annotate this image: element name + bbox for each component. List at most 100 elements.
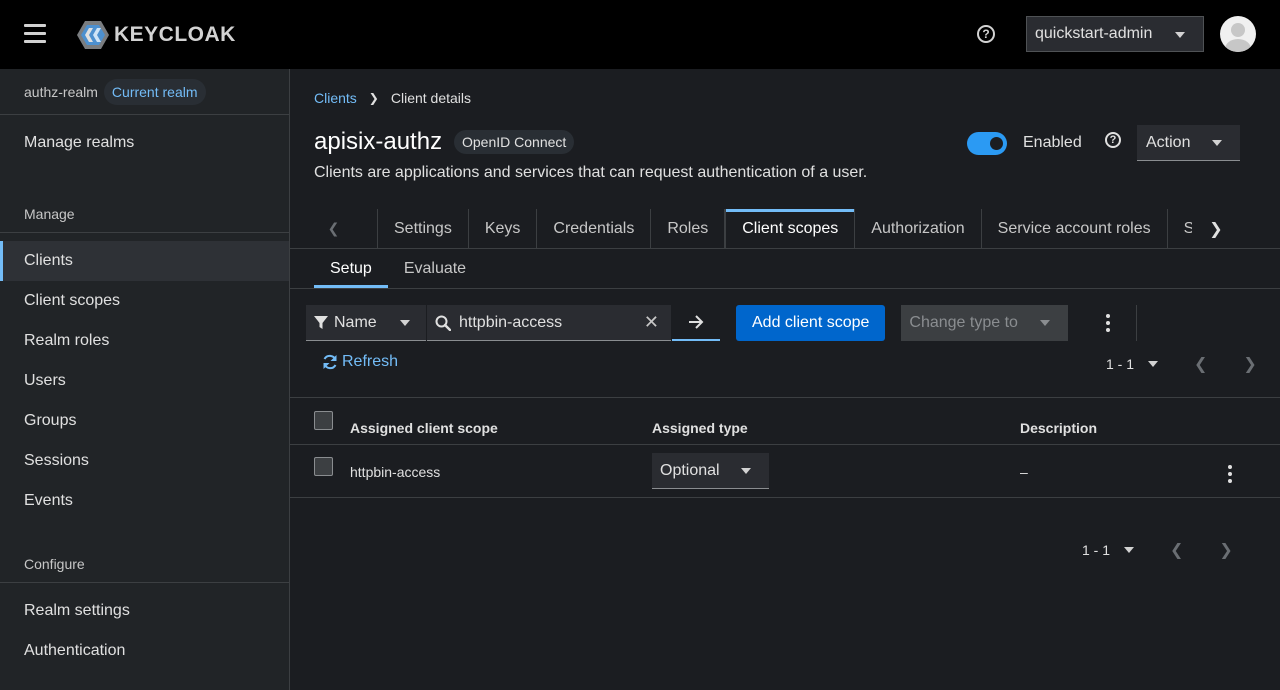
breadcrumb: Clients ❯ Client details (314, 90, 471, 106)
sidebar-item-authentication[interactable]: Authentication (0, 631, 289, 671)
sidebar-item-label: Events (24, 492, 73, 509)
refresh-icon (323, 354, 337, 370)
select-all-checkbox[interactable] (314, 411, 333, 430)
add-client-scope-button[interactable]: Add client scope (736, 305, 886, 341)
tab-roles[interactable]: Roles (651, 209, 726, 248)
assigned-type-value: Optional (660, 461, 720, 479)
table-row: httpbin-access Optional – (290, 445, 1280, 498)
sidebar-item-realm-roles[interactable]: Realm roles (0, 321, 289, 361)
caret-down-icon[interactable] (1148, 361, 1159, 367)
help-icon[interactable]: ? (977, 25, 995, 43)
column-assigned-type[interactable]: Assigned type (652, 420, 748, 436)
row-checkbox[interactable] (314, 457, 333, 476)
sidebar-item-label: Groups (24, 412, 77, 429)
sidebar-item-manage-realms[interactable]: Manage realms (0, 115, 289, 171)
page-description: Clients are applications and services th… (314, 164, 868, 181)
previous-page-icon[interactable]: ❮ (1194, 354, 1207, 374)
sidebar-item-label: Clients (24, 252, 73, 269)
protocol-badge: OpenID Connect (454, 130, 575, 154)
sidebar-item-events[interactable]: Events (0, 481, 289, 521)
sidebar-item-users[interactable]: Users (0, 361, 289, 401)
sidebar-item-label: Realm settings (24, 602, 130, 619)
page-title: apisix-authz (314, 128, 443, 155)
table-header: Assigned client scope Assigned type Desc… (290, 397, 1280, 445)
search-input[interactable]: httpbin-access ✕ (427, 305, 671, 341)
sidebar-item-label: Authentication (24, 642, 126, 659)
tab-keys[interactable]: Keys (469, 209, 538, 248)
caret-down-icon (1040, 320, 1051, 326)
previous-page-icon[interactable]: ❮ (1170, 540, 1183, 560)
action-dropdown[interactable]: Action (1137, 125, 1240, 161)
table-toolbar: Name httpbin-access ✕ Add client scope C… (306, 305, 1138, 341)
client-scope-name[interactable]: httpbin-access (350, 464, 440, 480)
action-dropdown-label: Action (1146, 133, 1191, 151)
column-description: Description (1020, 420, 1098, 436)
sidebar-item-label: Manage realms (24, 134, 135, 151)
column-assigned-client-scope[interactable]: Assigned client scope (350, 420, 498, 436)
sidebar-section-configure: Configure (0, 521, 289, 583)
realm-selector[interactable]: authz-realm Current realm (0, 69, 289, 115)
client-scope-description: – (1020, 464, 1028, 480)
enabled-toggle[interactable] (967, 132, 1007, 155)
hamburger-menu-icon[interactable] (24, 24, 46, 44)
client-tabs: ❮ Settings Keys Credentials Roles Client… (290, 209, 1280, 249)
caret-down-icon[interactable] (1124, 547, 1135, 553)
user-avatar-icon (1225, 23, 1251, 52)
tab-service-account-roles[interactable]: Service account roles (982, 209, 1168, 248)
tab-settings[interactable]: Settings (378, 209, 469, 248)
search-submit-button[interactable] (672, 305, 720, 341)
sidebar-item-groups[interactable]: Groups (0, 401, 289, 441)
avatar[interactable] (1220, 16, 1256, 52)
search-input-value: httpbin-access (459, 313, 563, 331)
subtab-setup[interactable]: Setup (314, 249, 388, 288)
tab-credentials[interactable]: Credentials (537, 209, 652, 248)
caret-down-icon (400, 320, 410, 326)
toolbar-divider (1136, 305, 1138, 341)
keycloak-logo[interactable]: KEYCLOAK (76, 19, 236, 51)
logo-text: KEYCLOAK (114, 23, 236, 46)
change-type-dropdown[interactable]: Change type to (901, 305, 1069, 341)
row-kebab-icon[interactable] (1228, 463, 1232, 484)
pagination-range[interactable]: 1 - 1 (1082, 542, 1110, 558)
filter-icon (314, 315, 328, 329)
pagination-range[interactable]: 1 - 1 (1106, 356, 1134, 372)
clear-icon[interactable]: ✕ (644, 312, 659, 333)
sidebar-item-clients[interactable]: Clients (0, 241, 289, 281)
refresh-label: Refresh (342, 353, 399, 370)
sidebar-item-label: Realm roles (24, 332, 110, 349)
sidebar-section-manage: Manage (0, 171, 289, 233)
filter-attribute-label: Name (334, 313, 377, 331)
tabs-scroll-right-button[interactable]: ❯ (1192, 209, 1240, 248)
tab-client-scopes[interactable]: Client scopes (725, 209, 856, 248)
breadcrumb-clients-link[interactable]: Clients (314, 90, 357, 106)
next-page-icon[interactable]: ❯ (1219, 540, 1232, 560)
next-page-icon[interactable]: ❯ (1243, 354, 1256, 374)
arrow-right-icon (689, 315, 704, 329)
help-icon[interactable]: ? (1105, 132, 1121, 148)
refresh-button[interactable]: Refresh (322, 353, 398, 371)
tab-authorization[interactable]: Authorization (855, 209, 982, 248)
tab-sessions[interactable]: Se (1168, 209, 1192, 248)
assigned-type-dropdown[interactable]: Optional (652, 453, 769, 489)
sidebar-item-sessions[interactable]: Sessions (0, 441, 289, 481)
caret-down-icon (1175, 32, 1185, 38)
breadcrumb-current: Client details (390, 90, 472, 106)
change-type-label: Change type to (909, 314, 1018, 331)
enabled-label: Enabled (1023, 134, 1082, 151)
current-realm-badge: Current realm (103, 78, 206, 105)
masthead: KEYCLOAK ? quickstart-admin (0, 0, 1280, 69)
filter-attribute-dropdown[interactable]: Name (306, 305, 426, 341)
sidebar-item-realm-settings[interactable]: Realm settings (0, 591, 289, 631)
realm-name: authz-realm (24, 83, 98, 100)
subtab-evaluate[interactable]: Evaluate (388, 249, 482, 288)
pagination-top: 1 - 1 ❮ ❯ (1106, 354, 1257, 374)
user-dropdown[interactable]: quickstart-admin (1026, 16, 1204, 52)
sidebar-item-label: Users (24, 372, 66, 389)
sidebar-item-label: Client scopes (24, 292, 121, 309)
sidebar-item-label: Sessions (24, 452, 89, 469)
sidebar-item-client-scopes[interactable]: Client scopes (0, 281, 289, 321)
tabs-scroll-left-button[interactable]: ❮ (290, 209, 378, 248)
main-content: Clients ❯ Client details apisix-authz Op… (290, 69, 1280, 690)
toolbar-kebab-icon[interactable] (1096, 305, 1120, 341)
sidebar: authz-realm Current realm Manage realms … (0, 69, 290, 690)
